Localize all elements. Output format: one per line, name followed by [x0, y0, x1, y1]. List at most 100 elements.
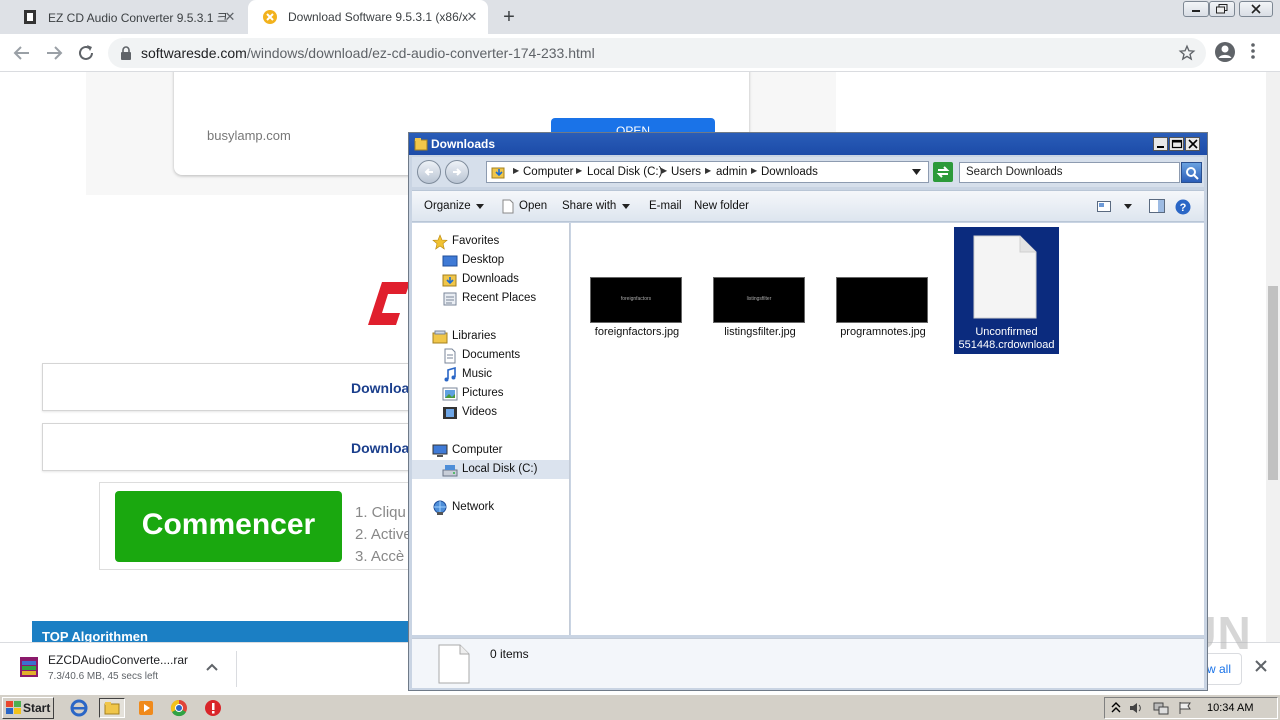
- libraries-icon: [432, 330, 448, 344]
- browser-toolbar: softwaresde.com/windows/download/ez-cd-a…: [0, 34, 1280, 72]
- bookmark-star-icon[interactable]: [1178, 44, 1196, 62]
- forward-arrow-icon: [453, 168, 462, 176]
- file-item[interactable]: programnotes.jpg: [825, 223, 929, 353]
- explorer-maximize-button[interactable]: [1169, 137, 1184, 151]
- explorer-back-button[interactable]: [417, 160, 441, 184]
- chrome-icon: [170, 699, 187, 717]
- scrollbar-thumb[interactable]: [1268, 286, 1278, 480]
- help-icon[interactable]: ?: [1175, 199, 1191, 215]
- volume-icon[interactable]: [1129, 701, 1145, 715]
- file-item[interactable]: foreignfactors foreignfactors.jpg: [579, 223, 683, 353]
- breadcrumb-downloads[interactable]: Downloads: [761, 166, 818, 178]
- nav-label: Music: [462, 368, 493, 380]
- new-tab-button[interactable]: +: [498, 6, 520, 28]
- step-3-text: 3. Accè: [355, 548, 405, 565]
- close-tab-icon[interactable]: ✕: [464, 9, 480, 25]
- breadcrumb-arrow-icon[interactable]: ▶: [705, 166, 711, 175]
- explorer-refresh-button[interactable]: [933, 162, 953, 182]
- change-view-icon[interactable]: [1097, 201, 1111, 212]
- chevron-up-icon[interactable]: [204, 659, 220, 675]
- download-link-label[interactable]: Downloa: [351, 440, 409, 456]
- breadcrumb-arrow-icon[interactable]: ▶: [513, 166, 519, 175]
- start-button[interactable]: Start: [2, 697, 54, 719]
- taskbar-clock[interactable]: 10:34 AM: [1207, 702, 1253, 714]
- breadcrumb-users[interactable]: Users: [671, 166, 701, 178]
- taskbar-ie[interactable]: [66, 698, 92, 718]
- tab-download-software[interactable]: Download Software 9.5.3.1 (x86/x6 ✕: [248, 0, 488, 34]
- organize-menu[interactable]: Organize: [424, 200, 471, 212]
- explorer-command-bar: Organize Open Share with E-mail New fold…: [412, 190, 1204, 222]
- minimize-window-button[interactable]: [1183, 1, 1209, 17]
- profile-avatar-icon[interactable]: [1214, 41, 1236, 63]
- restore-window-button[interactable]: [1209, 1, 1235, 17]
- download-separator: [236, 651, 237, 687]
- nav-label: Pictures: [462, 387, 504, 399]
- email-button[interactable]: E-mail: [649, 200, 682, 212]
- download-status: 7.3/40.6 MB, 45 secs left: [48, 671, 159, 682]
- dropdown-arrow-icon[interactable]: [1124, 204, 1132, 209]
- taskbar-media-player[interactable]: [133, 698, 159, 718]
- explorer-address-bar[interactable]: ▶ Computer ▶ Local Disk (C:) ▶ Users ▶ a…: [486, 161, 929, 183]
- start-ad-panel: Commencer 1. Cliqu 2. Active 3. Accè: [99, 482, 419, 570]
- taskbar-chrome[interactable]: [166, 698, 192, 718]
- breadcrumb-arrow-icon[interactable]: ▶: [576, 166, 582, 175]
- file-item[interactable]: listingsfilter listingsfilter.jpg: [702, 223, 806, 353]
- breadcrumb-local-disk[interactable]: Local Disk (C:): [587, 166, 662, 178]
- image-thumbnail: listingsfilter: [713, 277, 805, 323]
- share-with-menu[interactable]: Share with: [562, 200, 616, 212]
- minimize-icon: [1157, 146, 1164, 148]
- page-scrollbar[interactable]: [1266, 72, 1280, 642]
- download-link-label[interactable]: Downloa: [351, 380, 409, 396]
- close-icon[interactable]: [1254, 659, 1268, 673]
- reload-icon[interactable]: [74, 41, 98, 65]
- close-tab-icon[interactable]: ✕: [222, 9, 238, 25]
- more-menu-icon[interactable]: [1250, 42, 1256, 60]
- file-item-selected[interactable]: Unconfirmed 551448.crdownload: [954, 227, 1059, 354]
- preview-pane-icon[interactable]: [1149, 199, 1165, 213]
- top-algorithms-header: TOP Algorithmen: [32, 621, 412, 642]
- download-link-box-2[interactable]: Downloa: [42, 423, 422, 471]
- explorer-search-field[interactable]: Search Downloads: [959, 162, 1180, 183]
- desktop-icon: [442, 255, 458, 267]
- explorer-search-button[interactable]: [1181, 162, 1202, 183]
- dropdown-arrow-icon[interactable]: [912, 169, 921, 175]
- breadcrumb-computer[interactable]: Computer: [523, 166, 574, 178]
- dropdown-arrow-icon[interactable]: [622, 204, 630, 209]
- address-bar[interactable]: softwaresde.com/windows/download/ez-cd-a…: [108, 38, 1206, 68]
- videos-icon: [443, 407, 457, 419]
- commencer-button[interactable]: Commencer: [115, 491, 342, 562]
- explorer-file-list[interactable]: foreignfactors foreignfactors.jpg listin…: [571, 223, 1204, 635]
- new-folder-button[interactable]: New folder: [694, 200, 749, 212]
- explorer-close-button[interactable]: [1185, 137, 1200, 151]
- file-name-line-1: Unconfirmed: [975, 326, 1038, 338]
- taskbar-security-app[interactable]: [200, 698, 226, 718]
- dropdown-arrow-icon[interactable]: [476, 204, 484, 209]
- breadcrumb-arrow-icon[interactable]: ▶: [661, 166, 667, 175]
- taskbar-explorer[interactable]: [99, 698, 125, 718]
- recent-places-icon: [443, 292, 457, 306]
- breadcrumb-arrow-icon[interactable]: ▶: [751, 166, 757, 175]
- network-status-icon[interactable]: [1153, 701, 1169, 715]
- svg-text:?: ?: [1180, 202, 1187, 214]
- downloads-folder-icon: [442, 274, 457, 287]
- url-domain: softwaresde.com: [141, 45, 247, 61]
- explorer-forward-button[interactable]: [445, 160, 469, 184]
- open-button[interactable]: Open: [519, 200, 547, 212]
- nav-label: Favorites: [452, 235, 500, 247]
- tab-ez-cd-audio-converter[interactable]: EZ CD Audio Converter 9.5.3.1 크랙 ✕: [8, 0, 246, 34]
- close-window-button[interactable]: [1239, 1, 1273, 17]
- forward-arrow-icon[interactable]: [42, 41, 66, 65]
- ad-domain-text: busylamp.com: [207, 128, 291, 143]
- download-item[interactable]: EZCDAudioConverte....rar 7.3/40.6 MB, 45…: [0, 643, 236, 695]
- explorer-window[interactable]: Downloads ▶ Computer ▶ Local Disk (C:) ▶…: [408, 132, 1208, 691]
- download-link-box-1[interactable]: Downloa: [42, 363, 422, 411]
- file-name-line-2: 551448.crdownload: [958, 339, 1055, 351]
- back-arrow-icon[interactable]: [10, 41, 34, 65]
- explorer-title-bar[interactable]: Downloads: [409, 133, 1207, 155]
- breadcrumb-admin[interactable]: admin: [716, 166, 747, 178]
- explorer-minimize-button[interactable]: [1153, 137, 1168, 151]
- show-hidden-icons-icon[interactable]: [1111, 701, 1121, 715]
- thumbnail-text: foreignfactors: [620, 296, 652, 302]
- action-center-flag-icon[interactable]: [1177, 701, 1193, 715]
- nav-label: Recent Places: [462, 292, 537, 304]
